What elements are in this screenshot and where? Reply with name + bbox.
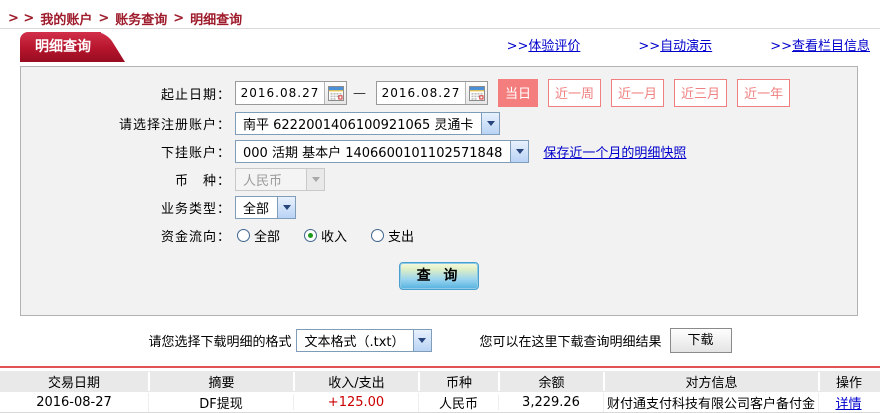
start-date-calendar-icon[interactable] [324,82,346,104]
cell-summary: DF提现 [148,392,293,412]
table-row: 2016-08-27 DF提现 +125.00 人民币 3,229.26 财付通… [0,392,880,413]
breadcrumb-prefix: > > [8,11,35,26]
flow-option-expense-label: 支出 [388,230,415,245]
radio-unchecked-icon[interactable] [371,229,385,242]
quick-range-3months-button[interactable]: 近三月 [674,79,728,107]
panel-header: 明细查询 >>体验评价 >>自动演示 >>查看栏目信息 [0,29,880,62]
currency-select-disabled: 人民币 [235,168,325,191]
quick-range-week-button[interactable]: 近一周 [548,79,602,107]
download-format-label: 请您选择下载明细的格式 [148,335,292,350]
register-account-value: 南平 6222001406100921065 灵通卡 [243,118,474,133]
cell-transaction-date: 2016-08-27 [36,394,112,410]
register-account-select[interactable]: 南平 6222001406100921065 灵通卡 [235,112,501,135]
end-date-input[interactable]: 2016.08.27 [376,81,488,105]
business-type-row: 业务类型： 全部 [21,196,857,219]
save-snapshot-link[interactable]: 保存近一个月的明细快照 [543,142,686,161]
flow-option-all[interactable]: 全部 [237,226,280,245]
download-hint-label: 您可以在这里下载查询明细结果 [479,335,662,350]
currency-row: 币 种： 人民币 [21,168,857,191]
header-currency: 币种 [418,372,498,391]
business-type-label: 业务类型： [160,202,231,217]
radio-checked-icon[interactable] [304,229,318,242]
quick-range-today-button[interactable]: 当日 [498,79,539,107]
start-date-value: 2016.08.27 [240,86,320,100]
view-column-info-link[interactable]: >>查看栏目信息 [770,35,870,54]
end-date-calendar-icon[interactable] [465,82,487,104]
download-format-select[interactable]: 文本格式（.txt） [296,329,432,352]
flow-option-income-label: 收入 [321,230,348,245]
chevron-down-icon [277,197,296,218]
fund-flow-label: 资金流向： [160,230,231,245]
cell-amount: +125.00 [293,394,418,410]
header-balance: 余额 [498,372,603,391]
cell-balance: 3,229.26 [498,394,603,410]
header-transaction-date: 交易日期 [47,376,100,391]
currency-value: 人民币 [243,174,283,189]
flow-option-all-label: 全部 [254,230,281,245]
date-range-row: 起止日期： 2016.08.27 — 2016.08.27 当日 近一周 近一月… [21,79,857,107]
header-income-expense: 收入/支出 [293,372,418,391]
chevron-down-icon [481,113,500,134]
query-button-row: 查 询 [21,262,857,290]
sub-account-row: 下挂账户： 000 活期 基本户 1406600101102571848 保存近… [21,140,857,163]
cell-counterparty: 财付通支付科技有限公司客户备付金 [603,392,818,412]
chevron-down-icon [510,141,529,162]
calendar-icon [327,85,344,101]
quick-range-month-button[interactable]: 近一月 [611,79,665,107]
download-format-value: 文本格式（.txt） [304,335,405,350]
breadcrumb: > > 我的账户 > 账务查询 > 明细查询 [0,0,880,29]
breadcrumb-separator: > [98,11,110,26]
header-summary: 摘要 [148,372,293,391]
header-counterparty: 对方信息 [603,372,818,391]
query-form-panel: 起止日期： 2016.08.27 — 2016.08.27 当日 近一周 近一月… [20,66,858,316]
business-type-select[interactable]: 全部 [235,196,297,219]
calendar-icon [468,85,485,101]
download-button[interactable]: 下载 [669,328,732,353]
date-range-dash: — [353,85,366,101]
panel-title-tab: 明细查询 [20,32,101,62]
download-row: 请您选择下载明细的格式 文本格式（.txt） 您可以在这里下载查询明细结果 下载 [0,327,880,354]
sub-account-label: 下挂账户： [160,146,231,161]
flow-option-expense[interactable]: 支出 [371,226,414,245]
query-button[interactable]: 查 询 [399,262,479,290]
sub-account-value: 000 活期 基本户 1406600101102571848 [243,146,503,161]
header-links: >>体验评价 >>自动演示 >>查看栏目信息 [449,35,870,62]
flow-option-income[interactable]: 收入 [304,226,347,245]
register-account-label: 请选择注册账户： [118,118,231,133]
sub-account-select[interactable]: 000 活期 基本户 1406600101102571848 [235,140,530,163]
register-account-row: 请选择注册账户： 南平 6222001406100921065 灵通卡 [21,112,857,135]
radio-unchecked-icon[interactable] [237,229,250,242]
breadcrumb-separator: > [173,11,185,26]
cell-detail-link: 详情 [818,392,878,412]
header-action: 操作 [818,372,878,391]
chevron-down-icon [412,330,431,351]
quick-range-year-button[interactable]: 近一年 [737,79,791,107]
breadcrumb-item-account-query[interactable]: 账务查询 [115,9,167,28]
breadcrumb-item-detail-query[interactable]: 明细查询 [190,9,242,28]
table-header-row: 交易日期 摘要 收入/支出 币种 余额 对方信息 操作 [0,371,880,392]
result-table: 交易日期 摘要 收入/支出 币种 余额 对方信息 操作 2016-08-27 D… [0,366,880,413]
fund-flow-row: 资金流向： 全部 收入 支出 [21,224,857,247]
chevron-down-icon [306,169,324,190]
cell-currency: 人民币 [418,392,498,412]
business-type-value: 全部 [243,202,270,217]
end-date-value: 2016.08.27 [381,86,461,100]
detail-link[interactable]: 详情 [835,397,861,412]
currency-label: 币 种： [174,174,231,189]
breadcrumb-item-my-account[interactable]: 我的账户 [40,9,92,28]
auto-demo-link[interactable]: >>自动演示 [638,35,712,54]
experience-rating-link[interactable]: >>体验评价 [507,35,581,54]
date-range-label: 起止日期： [160,87,231,103]
start-date-input[interactable]: 2016.08.27 [235,81,347,105]
